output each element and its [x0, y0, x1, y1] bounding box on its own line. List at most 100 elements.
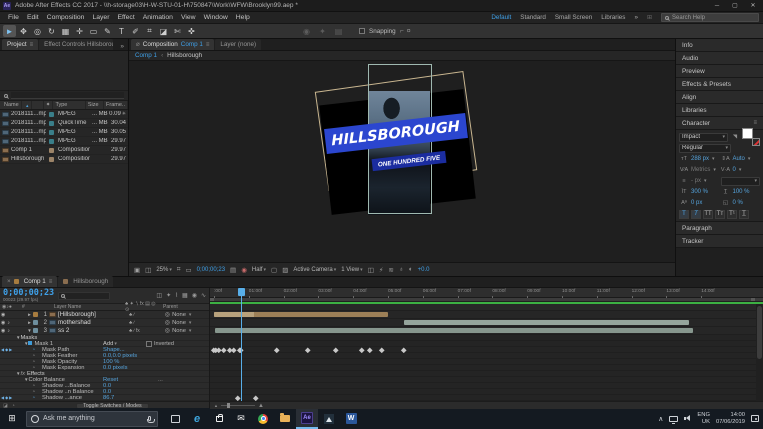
parent-select[interactable]: ◎ None ▾ [165, 328, 209, 334]
workspace-default[interactable]: Default [491, 14, 511, 21]
panel-header-tracker[interactable]: Tracker [676, 235, 763, 248]
clone-stamp-tool[interactable]: ⌗ [143, 25, 156, 37]
lock-icon[interactable]: ⌀ [136, 41, 140, 48]
pickwhip-icon[interactable]: ◎ [165, 328, 170, 334]
hide-shy-layers-icon[interactable]: ⌇ [175, 292, 178, 299]
layer-name[interactable]: [Hillsborough] [58, 311, 129, 318]
twirl-icon[interactable]: ▼ [16, 335, 20, 340]
flowchart-icon[interactable]: ♁ [399, 266, 404, 273]
color-label[interactable] [48, 156, 54, 162]
color-label[interactable] [48, 138, 54, 144]
layer-row[interactable]: ◉ ♪ ► 2 mothershad ♣ ∕ ◎ None ▾ [0, 319, 209, 327]
mask-visibility-icon[interactable]: ▭ [186, 266, 192, 274]
faux-style-button-2[interactable]: TT [703, 209, 713, 219]
project-row[interactable]: Hillsborough Composition 29.97 [0, 155, 128, 164]
cortana-search-box[interactable]: Ask me anything [26, 410, 158, 427]
font-family-select[interactable]: Impact ▾ [679, 132, 728, 142]
menu-edit[interactable]: Edit [23, 14, 43, 21]
fast-previews-icon[interactable]: ⚡ [379, 266, 384, 274]
property-row[interactable]: ◀◆▶ ◔ Shadow ...ance 86.7 [0, 395, 209, 401]
timeline-zoom-slider[interactable] [220, 403, 255, 408]
rotation-tool[interactable]: ↻ [45, 25, 58, 37]
zoom-tool[interactable]: ◎ [31, 25, 44, 37]
eye-icon[interactable]: ◉ [1, 328, 5, 334]
keyframe-icon[interactable] [253, 395, 259, 400]
keyframe-icon[interactable] [359, 347, 365, 352]
tab-project[interactable]: Project ≡ [2, 39, 39, 50]
color-label[interactable] [48, 129, 54, 135]
always-preview-icon[interactable]: ▣ [134, 266, 140, 274]
selection-tool[interactable]: ► [3, 25, 16, 37]
parent-select[interactable]: ◎ None ▾ [165, 312, 209, 318]
zoom-out-mountain-icon[interactable]: ▲ [214, 403, 218, 408]
file-explorer-taskbar-button[interactable] [274, 408, 296, 429]
keyframe-icon[interactable] [378, 347, 384, 352]
resolution-select[interactable]: Half▾ [252, 267, 266, 273]
layer-switches[interactable]: ♣ ∕ [129, 320, 165, 326]
audio-icon[interactable]: ♪ [7, 328, 10, 334]
keyframe-navigator[interactable]: ◀◆▶ [1, 347, 13, 352]
panel-header-paragraph[interactable]: Paragraph [676, 222, 763, 235]
layer-duration-row[interactable] [210, 327, 763, 335]
current-time-display[interactable]: 0;00;00;23 00023 (29.97 fps) [3, 289, 54, 302]
language-indicator[interactable]: ENG UK [697, 412, 710, 425]
project-row[interactable]: 2018111...mp4 QuickTime ... MB30.04 [0, 119, 128, 128]
faux-style-button-1[interactable]: T [691, 209, 701, 219]
camera-select[interactable]: Active Camera▾ [293, 267, 336, 273]
font-size-value[interactable]: 288 px [691, 156, 709, 162]
pickwhip-icon[interactable]: ◎ [165, 312, 170, 318]
chrome-taskbar-button[interactable] [252, 408, 274, 429]
pickwhip-icon[interactable]: ◎ [165, 320, 170, 326]
snapping-option-icon[interactable]: ¤ [407, 28, 411, 35]
mail-taskbar-button[interactable]: ✉ [230, 408, 252, 429]
layer-name[interactable]: ss 2 [58, 327, 129, 334]
stroke-style-select[interactable]: ▾ [720, 176, 760, 186]
brush-tool[interactable]: ✐ [129, 25, 142, 37]
edge-taskbar-button[interactable]: e [186, 408, 208, 429]
timeline-tab-comp1[interactable]: × Comp 1 ≡ [2, 276, 58, 287]
layer-color-swatch[interactable] [33, 312, 38, 317]
composition-mini-flowchart-icon[interactable]: ◫ [156, 292, 162, 299]
pixel-aspect-icon[interactable]: ◫ [368, 266, 374, 274]
panel-header-preview[interactable]: Preview [676, 65, 763, 78]
snapping-checkbox[interactable] [359, 28, 365, 34]
keyframe-icon[interactable] [274, 347, 280, 352]
timeline-tab-hillsborough[interactable]: Hillsborough [58, 276, 114, 287]
font-style-select[interactable]: Regular ▾ [679, 143, 731, 153]
faux-style-button-0[interactable]: T [679, 209, 689, 219]
inverted-checkbox[interactable]: Inverted [146, 340, 174, 347]
work-area-bar[interactable] [210, 298, 763, 302]
panel-header-audio[interactable]: Audio [676, 52, 763, 65]
kerning-value[interactable]: Metrics [691, 167, 710, 173]
word-taskbar-button[interactable]: W [340, 408, 362, 429]
color-label[interactable] [48, 120, 54, 126]
clock[interactable]: 14:00 07/06/2019 [716, 412, 745, 425]
project-search[interactable] [0, 91, 128, 101]
keyframe-icon[interactable] [235, 395, 241, 400]
menu-help[interactable]: Help [232, 14, 254, 21]
layer-switches[interactable]: ♣ ∕ [129, 312, 165, 318]
view-layout-select[interactable]: 1 View▾ [341, 267, 362, 273]
action-center-icon[interactable] [751, 415, 759, 422]
draft-3d-icon[interactable]: ✦ [166, 292, 171, 299]
timeline-vertical-scrollbar[interactable] [756, 304, 763, 401]
faux-style-button-3[interactable]: Tт [715, 209, 725, 219]
property-value[interactable]: 86.7 [103, 395, 114, 401]
unified-camera-tool[interactable]: ▦ [59, 25, 72, 37]
layer-name[interactable]: mothershad [58, 319, 129, 326]
volume-icon[interactable] [684, 415, 691, 422]
stroke-width-value[interactable]: - px [691, 178, 701, 184]
property-value[interactable]: 0.0 pixels [103, 365, 128, 371]
eraser-tool[interactable]: ◪ [157, 25, 170, 37]
panel-header-align[interactable]: Align [676, 91, 763, 104]
parent-select[interactable]: ◎ None ▾ [165, 320, 209, 326]
eyedropper-icon[interactable]: ◥ [730, 134, 740, 140]
timeline-track-area[interactable]: :00f 01:00f 02:00f 03:00f 04:00f 05:00f 06:00f… [210, 288, 763, 409]
tab-layer[interactable]: Layer (none) [215, 39, 262, 50]
layer-switches[interactable]: ♣ ∕ fx [129, 328, 165, 334]
layer-duration-row[interactable] [210, 319, 763, 327]
graph-editor-icon[interactable]: ∿ [201, 292, 206, 299]
project-table-header[interactable]: Name ▲ ✦ Type Size Frame.. [0, 101, 128, 110]
menu-layer[interactable]: Layer [88, 14, 113, 21]
search-help-input[interactable]: Search Help [661, 13, 759, 22]
